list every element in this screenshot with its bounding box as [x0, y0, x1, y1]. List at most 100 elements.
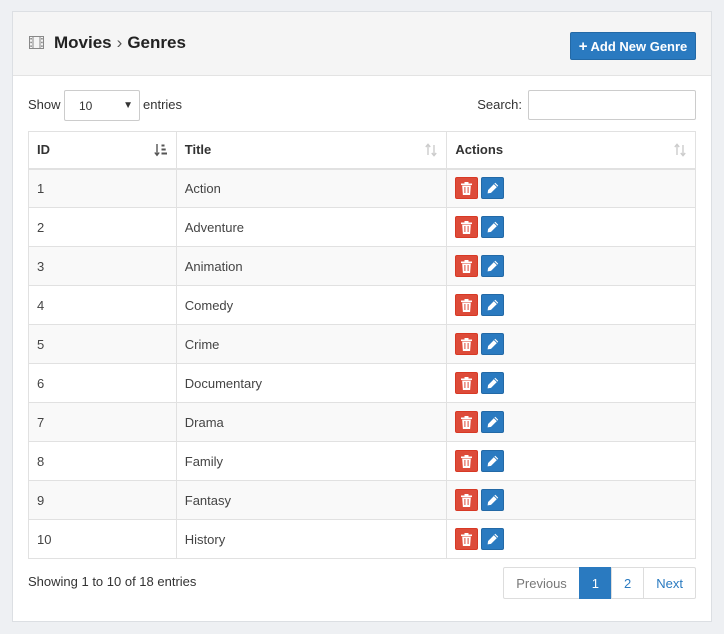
cell-title: Crime [175, 324, 448, 364]
cell-actions [446, 246, 696, 286]
table-row: 8 Family [28, 441, 696, 481]
delete-button[interactable] [455, 489, 479, 511]
delete-button[interactable] [455, 216, 479, 238]
cell-actions [446, 519, 696, 559]
cell-title: Comedy [175, 285, 448, 325]
cell-title: Family [175, 441, 448, 481]
trash-icon [461, 181, 473, 195]
edit-button[interactable] [481, 372, 505, 394]
page-length-select[interactable]: 10 ▼ [64, 90, 140, 121]
pagination-page-2[interactable]: 2 [611, 567, 645, 599]
cell-id: 9 [28, 480, 177, 520]
genres-panel: Movies › Genres + Add New Genre Show 10 … [12, 11, 712, 622]
cell-id: 10 [28, 519, 177, 559]
column-header-id[interactable]: ID [28, 131, 177, 170]
show-label: Show [28, 97, 61, 112]
cell-actions [446, 324, 696, 364]
edit-button[interactable] [481, 177, 505, 200]
cell-id: 6 [28, 363, 177, 403]
sort-icon [425, 143, 438, 157]
edit-button[interactable] [481, 528, 505, 550]
delete-button[interactable] [455, 450, 479, 472]
panel-header: Movies › Genres + Add New Genre [13, 12, 711, 76]
edit-button[interactable] [481, 255, 505, 277]
pencil-icon [487, 338, 499, 350]
cell-title: Drama [175, 402, 448, 442]
cell-title: Documentary [175, 363, 448, 403]
pencil-icon [487, 416, 499, 428]
edit-button[interactable] [481, 411, 505, 433]
pencil-icon [487, 377, 499, 389]
edit-button[interactable] [481, 216, 505, 238]
cell-id: 2 [28, 207, 177, 247]
trash-icon [461, 415, 473, 429]
table-header-row: ID Title Actions [28, 131, 696, 170]
cell-id: 8 [28, 441, 177, 481]
cell-title: Adventure [175, 207, 448, 247]
cell-actions [446, 207, 696, 247]
trash-icon [461, 454, 473, 468]
page-title: Movies › Genres [54, 33, 186, 53]
pencil-icon [487, 494, 499, 506]
column-header-label: ID [37, 142, 50, 158]
search-label: Search: [477, 97, 522, 112]
plus-icon: + [578, 37, 588, 55]
table-row: 7 Drama [28, 402, 696, 442]
cell-id: 7 [28, 402, 177, 442]
delete-button[interactable] [455, 411, 479, 433]
cell-title: Fantasy [175, 480, 448, 520]
table-row: 3 Animation [28, 246, 696, 286]
cell-title: Animation [175, 246, 448, 286]
breadcrumb-parent: Movies [54, 33, 112, 52]
table-info: Showing 1 to 10 of 18 entries [28, 574, 197, 589]
pencil-icon [487, 455, 499, 467]
table-row: 6 Documentary [28, 363, 696, 403]
pagination-next[interactable]: Next [643, 567, 696, 599]
cell-id: 3 [28, 246, 177, 286]
trash-icon [461, 259, 473, 273]
delete-button[interactable] [455, 177, 479, 200]
genres-table: ID Title Actions 1 Action 2 Adventure 3 … [28, 131, 696, 559]
column-header-label: Title [184, 142, 212, 158]
cell-id: 1 [28, 168, 177, 208]
trash-icon [461, 493, 473, 507]
trash-icon [461, 337, 473, 351]
delete-button[interactable] [455, 372, 479, 394]
trash-icon [461, 532, 473, 546]
edit-button[interactable] [481, 333, 505, 355]
cell-actions [446, 480, 696, 520]
delete-button[interactable] [455, 528, 479, 550]
add-new-genre-button[interactable]: + Add New Genre [570, 32, 696, 60]
column-header-actions[interactable]: Actions [446, 131, 696, 170]
cell-title: Action [175, 168, 448, 208]
pagination-page-1[interactable]: 1 [578, 567, 613, 599]
pencil-icon [487, 221, 499, 233]
pencil-icon [487, 182, 499, 194]
column-header-label: Actions [455, 142, 504, 158]
table-body: 1 Action 2 Adventure 3 Animation 4 Comedy 5 Crime… [28, 168, 696, 559]
cell-actions [446, 363, 696, 403]
delete-button[interactable] [455, 255, 479, 277]
edit-button[interactable] [481, 489, 505, 511]
add-new-genre-label: Add New Genre [590, 38, 688, 54]
cell-actions [446, 402, 696, 442]
page-length-value: 10 [79, 98, 93, 113]
edit-button[interactable] [481, 294, 505, 316]
table-row: 10 History [28, 519, 696, 559]
cell-title: History [175, 519, 448, 559]
pagination-previous[interactable]: Previous [503, 567, 580, 599]
table-controls: Show 10 ▼ entries Search: [28, 89, 696, 121]
cell-actions [446, 168, 696, 208]
search-input[interactable] [528, 90, 696, 120]
column-header-title[interactable]: Title [175, 131, 448, 170]
sort-icon [674, 143, 686, 157]
delete-button[interactable] [455, 333, 479, 355]
entries-label: entries [143, 97, 183, 112]
delete-button[interactable] [455, 294, 479, 316]
pencil-icon [487, 533, 499, 545]
trash-icon [461, 298, 473, 312]
cell-id: 5 [28, 324, 177, 364]
table-row: 9 Fantasy [28, 480, 696, 520]
cell-id: 4 [28, 285, 177, 325]
edit-button[interactable] [481, 450, 505, 472]
